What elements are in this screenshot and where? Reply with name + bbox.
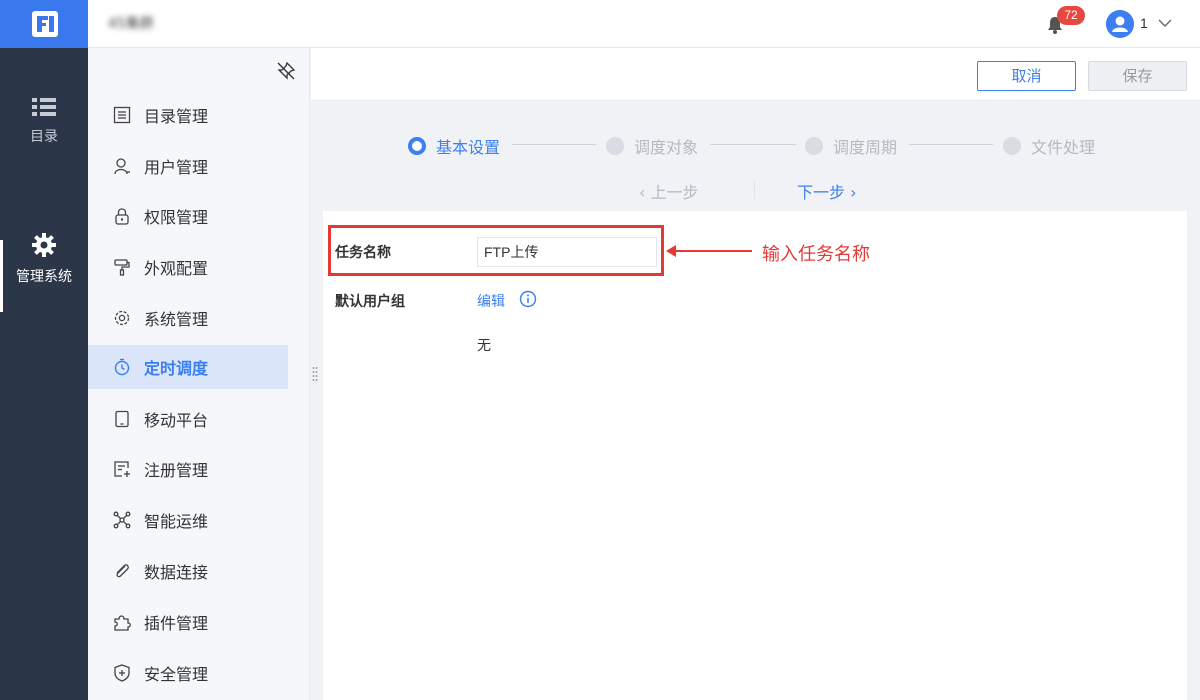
top-bar: 45集群 72 1 bbox=[88, 0, 1200, 48]
app-logo[interactable] bbox=[0, 0, 88, 48]
sidebar-item-label: 智能运维 bbox=[144, 512, 209, 531]
annotation-text: 输入任务名称 bbox=[762, 244, 870, 265]
step-basic-settings[interactable]: 基本设置 bbox=[408, 134, 500, 158]
step-nav-divider bbox=[754, 181, 755, 199]
avatar-icon[interactable] bbox=[1106, 10, 1134, 38]
sidebar-item-label: 定时调度 bbox=[144, 359, 209, 378]
step-dot bbox=[408, 137, 426, 155]
default-group-label: 默认用户组 bbox=[335, 294, 405, 310]
step-label: 基本设置 bbox=[436, 138, 501, 157]
arrow-left-icon bbox=[666, 245, 752, 257]
step-file-processing[interactable]: 文件处理 bbox=[1003, 134, 1095, 158]
sidebar-item-label: 权限管理 bbox=[144, 208, 209, 227]
step-label: 文件处理 bbox=[1031, 138, 1096, 157]
save-button[interactable]: 保存 bbox=[1088, 61, 1187, 91]
sidebar-item-ops[interactable]: 智能运维 bbox=[88, 498, 288, 542]
nav-item-catalog[interactable]: 目录 bbox=[0, 96, 88, 146]
sidebar-item-label: 目录管理 bbox=[144, 107, 209, 126]
info-icon[interactable] bbox=[519, 290, 537, 308]
sidebar-item-label: 用户管理 bbox=[144, 158, 209, 177]
sidebar-item-label: 系统管理 bbox=[144, 310, 209, 329]
edit-link[interactable]: 编辑 bbox=[477, 291, 505, 311]
action-bar: 取消 保存 bbox=[311, 48, 1200, 101]
sidebar-item-catalog[interactable]: 目录管理 bbox=[88, 93, 288, 137]
list-icon bbox=[32, 98, 56, 116]
step-schedule-object[interactable]: 调度对象 bbox=[606, 134, 698, 158]
sidebar-item-label: 移动平台 bbox=[144, 411, 209, 430]
register-icon bbox=[114, 461, 130, 477]
sidebar-item-permissions[interactable]: 权限管理 bbox=[88, 194, 288, 238]
sidebar-item-schedule[interactable]: 定时调度 bbox=[88, 345, 288, 389]
step-dot bbox=[606, 137, 624, 155]
step-schedule-cycle[interactable]: 调度周期 bbox=[805, 134, 897, 158]
chevron-right-icon: › bbox=[845, 183, 857, 202]
sidebar-item-mobile[interactable]: 移动平台 bbox=[88, 397, 288, 441]
form-card: 任务名称 FTP上传 默认用户组 编辑 无 bbox=[323, 211, 1187, 700]
settings-icon bbox=[114, 310, 130, 326]
resize-handle-icon[interactable] bbox=[312, 366, 318, 382]
stopwatch-icon bbox=[114, 358, 130, 376]
sidebar: 目录管理 用户管理 权限管理 外观配置 系统管理 定时调度 移动平台 注册管理 … bbox=[88, 48, 310, 700]
step-label: 调度周期 bbox=[833, 138, 898, 157]
annotation-highlight bbox=[328, 225, 664, 276]
shield-icon bbox=[114, 664, 130, 682]
step-dot bbox=[1003, 137, 1021, 155]
gear-icon bbox=[32, 233, 56, 257]
pin-icon[interactable] bbox=[276, 61, 296, 81]
notification-badge: 72 bbox=[1057, 6, 1085, 25]
tablet-icon bbox=[115, 410, 129, 428]
sidebar-item-security[interactable]: 安全管理 bbox=[88, 651, 288, 695]
sidebar-item-label: 注册管理 bbox=[144, 461, 209, 480]
cancel-button[interactable]: 取消 bbox=[977, 61, 1076, 91]
paperclip-icon bbox=[116, 564, 129, 578]
sidebar-item-label: 安全管理 bbox=[144, 665, 209, 684]
nav-item-label: 目录 bbox=[30, 129, 58, 145]
lock-icon bbox=[115, 208, 129, 225]
sidebar-item-data-connection[interactable]: 数据连接 bbox=[88, 549, 288, 593]
step-dot bbox=[805, 137, 823, 155]
step-wizard: 基本设置 调度对象 调度周期 文件处理 ‹ 上一步 下一步 › bbox=[311, 101, 1200, 211]
nav-item-management[interactable]: 管理系统 bbox=[0, 232, 88, 286]
sidebar-item-system[interactable]: 系统管理 bbox=[88, 296, 288, 340]
sidebar-item-label: 数据连接 bbox=[144, 563, 209, 582]
catalog-icon bbox=[113, 106, 131, 124]
user-name[interactable]: 1 bbox=[1140, 15, 1148, 31]
puzzle-icon bbox=[114, 615, 131, 631]
step-connector bbox=[512, 144, 596, 145]
prev-step-label: 上一步 bbox=[650, 183, 699, 202]
sidebar-item-appearance[interactable]: 外观配置 bbox=[88, 245, 288, 289]
sidebar-item-plugins[interactable]: 插件管理 bbox=[88, 600, 288, 644]
sidebar-item-users[interactable]: 用户管理 bbox=[88, 144, 288, 188]
chevron-down-icon[interactable] bbox=[1156, 14, 1174, 32]
step-label: 调度对象 bbox=[634, 138, 699, 157]
sidebar-item-label: 外观配置 bbox=[144, 259, 209, 278]
fr-logo-icon bbox=[32, 11, 58, 37]
network-icon bbox=[113, 511, 131, 529]
sidebar-item-register[interactable]: 注册管理 bbox=[88, 447, 288, 491]
nav-item-label: 管理系统 bbox=[16, 269, 72, 285]
main-nav: 目录 管理系统 bbox=[0, 48, 88, 700]
org-name: 45集群 bbox=[108, 16, 154, 32]
sidebar-item-label: 插件管理 bbox=[144, 614, 209, 633]
default-group-value: 无 bbox=[477, 338, 491, 354]
next-step-label: 下一步 bbox=[797, 183, 846, 202]
step-connector bbox=[710, 144, 796, 145]
user-icon bbox=[114, 158, 130, 175]
prev-step-button[interactable]: ‹ 上一步 bbox=[639, 179, 699, 203]
step-connector bbox=[909, 144, 993, 145]
chevron-left-icon: ‹ bbox=[639, 183, 651, 202]
next-step-button[interactable]: 下一步 › bbox=[797, 179, 857, 203]
paint-roller-icon bbox=[114, 259, 130, 276]
